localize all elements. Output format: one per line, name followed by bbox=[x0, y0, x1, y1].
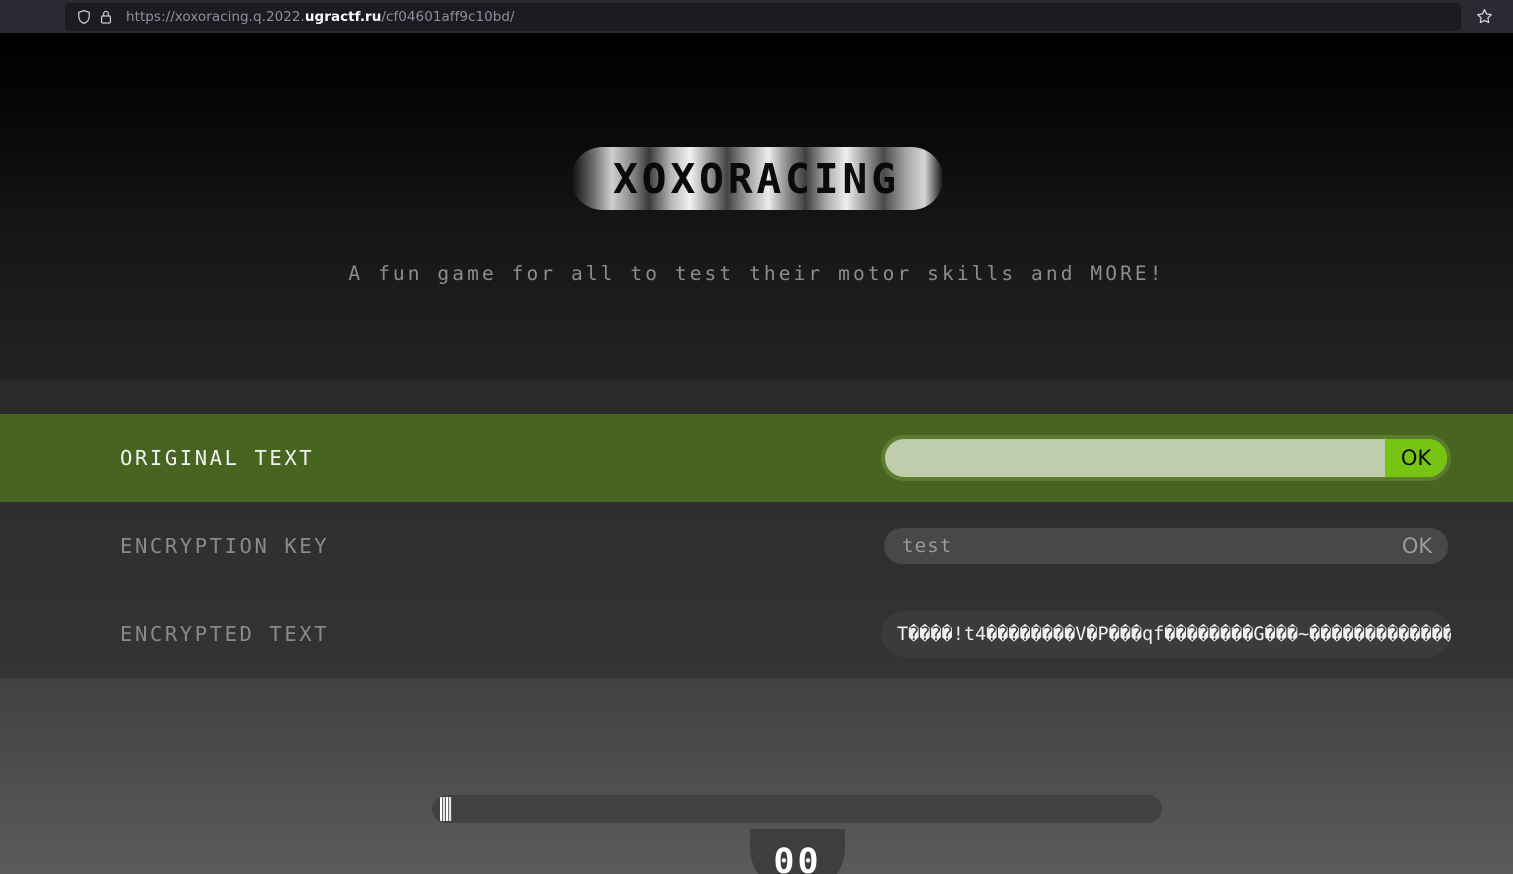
label-encryption-key: ENCRYPTION KEY bbox=[120, 534, 330, 558]
bookmark-star-button[interactable] bbox=[1469, 3, 1499, 31]
hero-section: XOXORACING XOXORACING A fun game for all… bbox=[0, 33, 1513, 381]
field-wrap-original-text: OK bbox=[881, 435, 1451, 481]
input-group-original-text: OK bbox=[881, 435, 1451, 481]
label-original-text: ORIGINAL TEXT bbox=[120, 446, 315, 470]
url-scheme: https://xoxoracing.q.2022. bbox=[126, 8, 305, 25]
site-logo: XOXORACING XOXORACING bbox=[570, 147, 943, 210]
lock-icon bbox=[95, 6, 117, 28]
row-original-text: ORIGINAL TEXT OK bbox=[0, 414, 1513, 502]
progress-track[interactable] bbox=[432, 795, 1162, 823]
row-encrypted-text: ENCRYPTED TEXT T����!t4��������V�P���qf�… bbox=[0, 590, 1513, 678]
url-domain: ugractf.ru bbox=[304, 8, 382, 25]
form-section: ORIGINAL TEXT OK ENCRYPTION KEY OK ENCRY… bbox=[0, 381, 1513, 678]
score-counter-value: 00 bbox=[773, 842, 822, 874]
original-text-input[interactable] bbox=[885, 439, 1385, 477]
address-bar[interactable]: https://xoxoracing.q.2022.ugractf.ru/cf0… bbox=[65, 2, 1461, 31]
field-wrap-encryption-key: OK bbox=[881, 525, 1451, 567]
url-text: https://xoxoracing.q.2022.ugractf.ru/cf0… bbox=[126, 9, 515, 25]
game-track-section: 00 bbox=[0, 678, 1513, 874]
encryption-key-input[interactable] bbox=[884, 528, 1386, 564]
encrypted-text-value: T����!t4��������V�P���qf��������G���~���… bbox=[897, 623, 1451, 645]
page-body: XOXORACING XOXORACING A fun game for all… bbox=[0, 33, 1513, 874]
encryption-key-ok-button[interactable]: OK bbox=[1386, 528, 1448, 564]
row-encryption-key: ENCRYPTION KEY OK bbox=[0, 502, 1513, 590]
page-subtitle: A fun game for all to test their motor s… bbox=[348, 262, 1165, 285]
original-text-ok-button[interactable]: OK bbox=[1385, 439, 1447, 477]
browser-chrome: https://xoxoracing.q.2022.ugractf.ru/cf0… bbox=[0, 0, 1513, 33]
label-encrypted-text: ENCRYPTED TEXT bbox=[120, 622, 330, 646]
url-path: /cf04601aff9c10bd/ bbox=[381, 8, 515, 25]
shield-icon bbox=[73, 6, 95, 28]
score-counter-badge: 00 bbox=[750, 829, 845, 874]
encrypted-text-output: T����!t4��������V�P���qf��������G���~���… bbox=[881, 611, 1451, 657]
track-handle[interactable] bbox=[440, 797, 452, 821]
field-wrap-encrypted-text: T����!t4��������V�P���qf��������G���~���… bbox=[881, 611, 1451, 657]
logo-text: XOXORACING bbox=[613, 154, 900, 203]
input-group-encryption-key: OK bbox=[881, 525, 1451, 567]
